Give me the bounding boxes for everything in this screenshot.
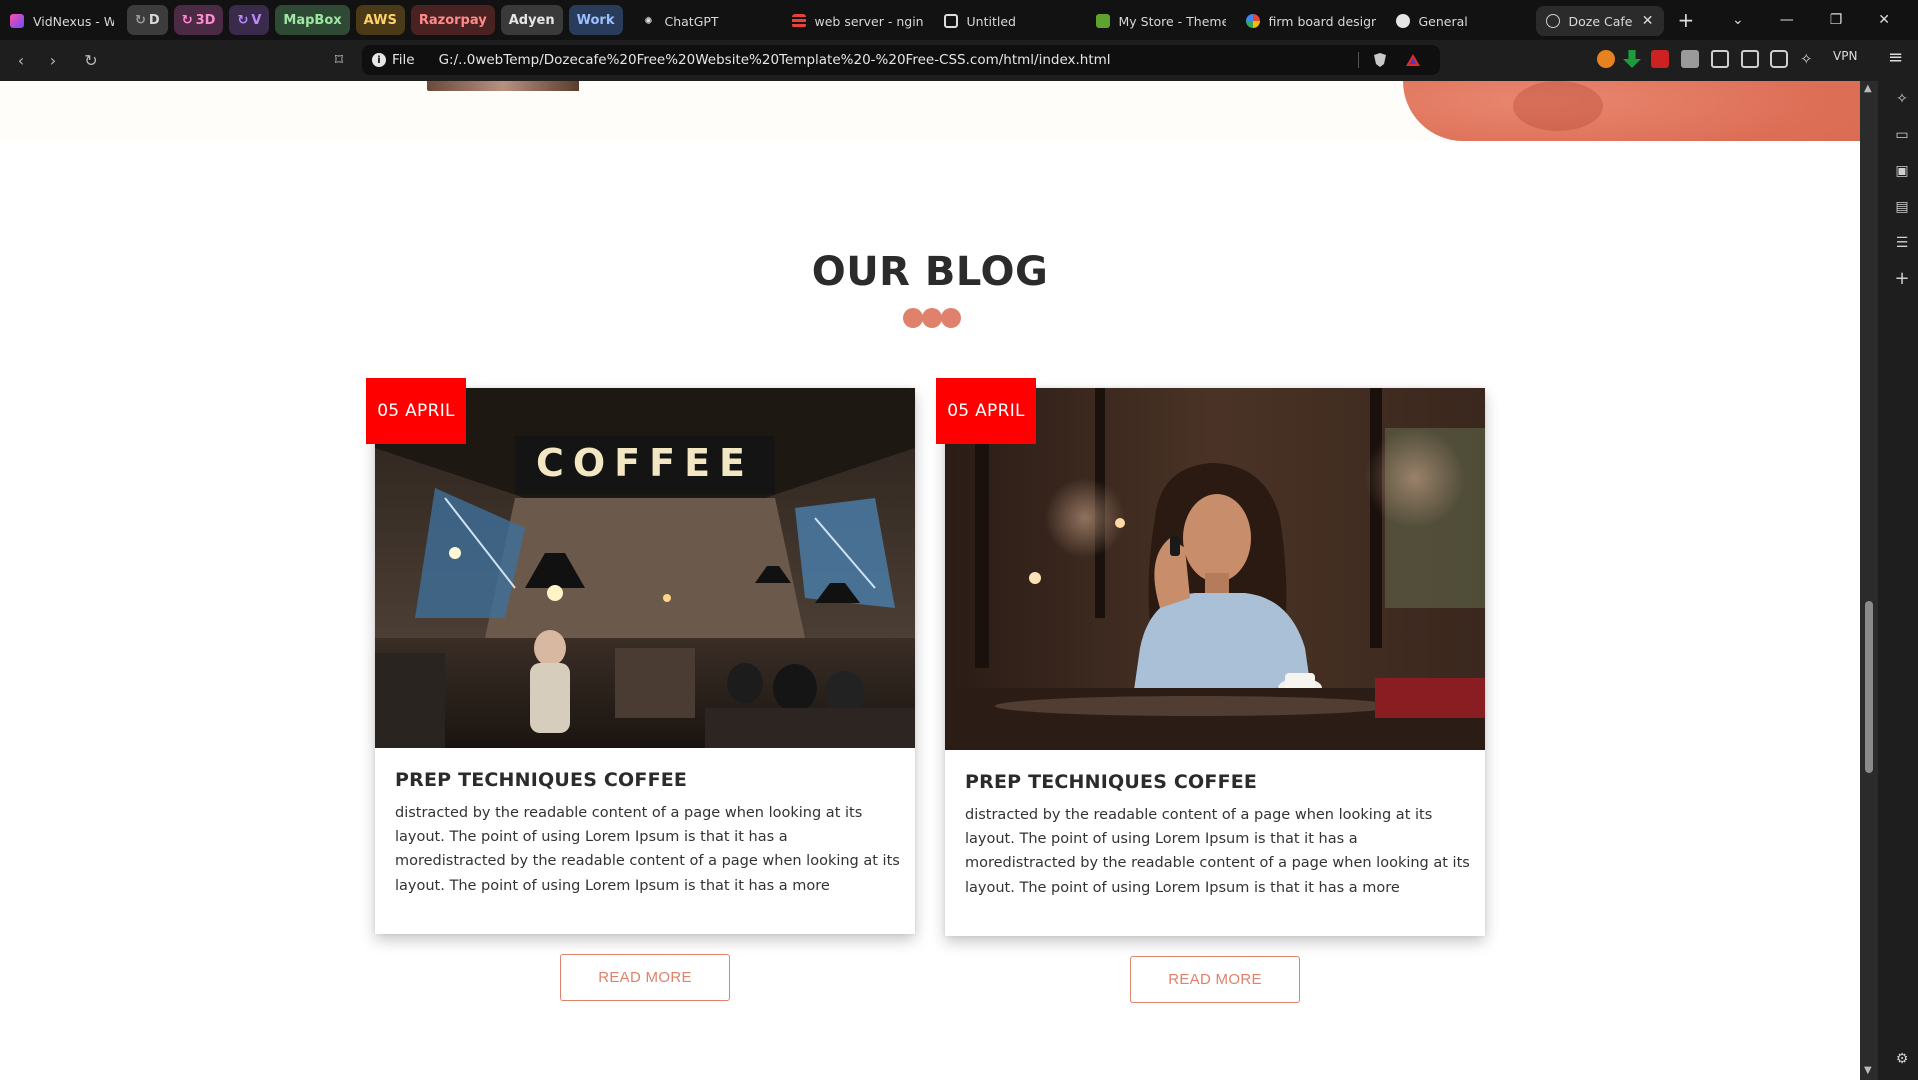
tab-group-work[interactable]: Work (568, 5, 623, 35)
sidebar-settings-gear-icon[interactable]: ⚙ (1894, 1051, 1910, 1067)
browser-side-panel: ▲ ▼ ✧ ▭ ▣ ▤ ☰ + ⚙ (1860, 81, 1918, 1080)
tab-shopify[interactable]: My Store - Themes (1086, 6, 1236, 36)
codepen-icon (943, 14, 958, 28)
read-more-button[interactable]: READ MORE (560, 954, 730, 1001)
tab-group-razorpay[interactable]: Razorpay (410, 5, 495, 35)
chatgpt-icon: ✺ (644, 15, 653, 27)
coffee-sign-text: COFFEE (536, 441, 754, 485)
restore-icon[interactable]: ❐ (1830, 12, 1843, 28)
brave-rewards-icon[interactable] (1405, 52, 1421, 68)
url-text[interactable]: G:/..0webTemp/Dozecafe%20Free%20Website%… (439, 52, 1111, 68)
tab-github[interactable]: General (1386, 6, 1532, 36)
page-scrollbar[interactable]: ▲ ▼ (1860, 81, 1878, 1080)
metamask-icon[interactable] (1597, 50, 1615, 68)
tab-nginx[interactable]: web server - nginx (782, 6, 934, 36)
add-sidebar-item-icon[interactable]: + (1894, 270, 1910, 288)
divider-dot (941, 308, 961, 328)
browser-toolbar: ‹ › ↻ ⌑ i File G:/..0webTemp/Dozecafe%20… (0, 40, 1918, 81)
tab-group-v[interactable]: ↻ V (229, 5, 270, 35)
divider-dot (903, 308, 923, 328)
scroll-down-arrow-icon[interactable]: ▼ (1864, 1065, 1872, 1076)
tab-doze-cafe[interactable]: Doze Cafe ✕ (1535, 6, 1664, 36)
tab-group-adyen[interactable]: Adyen (500, 5, 563, 35)
scrollbar-thumb[interactable] (1865, 601, 1873, 773)
extension-k-icon[interactable] (1681, 50, 1699, 68)
scroll-up-arrow-icon[interactable]: ▲ (1864, 83, 1872, 94)
stackoverflow-icon (791, 14, 806, 28)
browser-tab-bar: VidNexus - Whiteb ↻D ↻3D ↻V MapBox AWS R… (0, 0, 1918, 40)
wallet-icon[interactable] (1770, 50, 1788, 68)
wallet-sidebar-icon[interactable]: ▣ (1894, 163, 1910, 179)
leo-sparkle-icon[interactable]: ✧ (1894, 91, 1910, 107)
post-title[interactable]: PREP TECHNIQUES COFFEE (395, 769, 687, 791)
post-excerpt: distracted by the readable content of a … (395, 805, 900, 894)
blog-card: 05 APRIL COFFEE PREP TECHNIQUES COFFEE d… (366, 378, 915, 934)
shopify-icon (1095, 14, 1110, 28)
globe-icon (1545, 14, 1560, 28)
post-excerpt: distracted by the readable content of a … (965, 807, 1470, 896)
new-tab-button[interactable]: + (1678, 8, 1695, 32)
date-badge: 05 APRIL (366, 378, 466, 444)
divider (1358, 52, 1359, 68)
google-icon (1245, 14, 1260, 28)
tab-group-aws[interactable]: AWS (355, 5, 405, 35)
media-player-icon[interactable]: ▭ (1894, 127, 1910, 143)
tab-chatgpt[interactable]: ✺ ChatGPT (632, 6, 782, 36)
tab-google[interactable]: firm board design (1236, 6, 1386, 36)
close-window-icon[interactable]: ✕ (1878, 12, 1890, 28)
previous-section-image (427, 81, 579, 91)
page-viewport: OUR BLOG 05 APRIL COFFEE PREP TECHNIQUES… (0, 81, 1860, 1080)
reload-icon[interactable]: ↻ (76, 51, 106, 70)
browser-menu-icon[interactable]: ≡ (1888, 47, 1903, 68)
bookmarks-sidebar-icon[interactable]: ▤ (1894, 199, 1910, 215)
site-info-icon[interactable]: i (372, 53, 386, 67)
vpn-button[interactable]: VPN (1833, 49, 1857, 63)
coffee-beans-decoration (1403, 81, 1860, 141)
read-more-button[interactable]: READ MORE (1130, 956, 1300, 1003)
tab-list-chevron-icon[interactable]: ⌄ (1732, 12, 1744, 28)
vidnexus-icon (10, 14, 24, 28)
tab-group-d[interactable]: ↻ D (127, 5, 168, 35)
group-loop-icon: ↻ (135, 12, 146, 28)
github-icon (1395, 14, 1410, 28)
back-icon[interactable]: ‹ (6, 51, 36, 70)
url-scheme: File (392, 52, 415, 68)
window-controls: ⌄ — ❐ ✕ (1732, 12, 1918, 28)
reading-list-icon[interactable]: ☰ (1894, 235, 1910, 251)
tab-untitled[interactable]: Untitled (934, 6, 1086, 36)
close-tab-icon[interactable]: ✕ (1632, 13, 1654, 29)
bookmark-icon[interactable]: ⌑ (324, 50, 354, 69)
minimize-icon[interactable]: — (1780, 12, 1794, 28)
tab-group-mapbox[interactable]: MapBox (275, 5, 350, 35)
leo-ai-icon[interactable]: ✧ (1800, 50, 1818, 68)
address-bar[interactable]: i File G:/..0webTemp/Dozecafe%20Free%20W… (362, 45, 1440, 75)
group-loop-icon: ↻ (181, 12, 193, 28)
sidebar-toggle-icon[interactable] (1741, 50, 1759, 68)
extensions-puzzle-icon[interactable] (1711, 50, 1729, 68)
divider-dot (922, 308, 942, 328)
post-title[interactable]: PREP TECHNIQUES COFFEE (965, 771, 1257, 793)
brave-shields-icon[interactable] (1372, 52, 1388, 68)
date-badge: 05 APRIL (936, 378, 1036, 444)
extension-off-icon[interactable] (1651, 50, 1669, 68)
download-icon[interactable] (1623, 50, 1641, 68)
tab-group-3d[interactable]: ↻ 3D (173, 5, 224, 35)
heading-divider-dots (903, 308, 961, 328)
blog-card: 05 APRIL PREP TECHNIQUES COFFEE distract… (936, 378, 1485, 936)
blog-heading: OUR BLOG (811, 249, 1049, 295)
forward-icon[interactable]: › (38, 51, 68, 70)
group-loop-icon: ↻ (237, 12, 249, 28)
tab-vidnexus[interactable]: VidNexus - Whiteb (0, 6, 124, 36)
